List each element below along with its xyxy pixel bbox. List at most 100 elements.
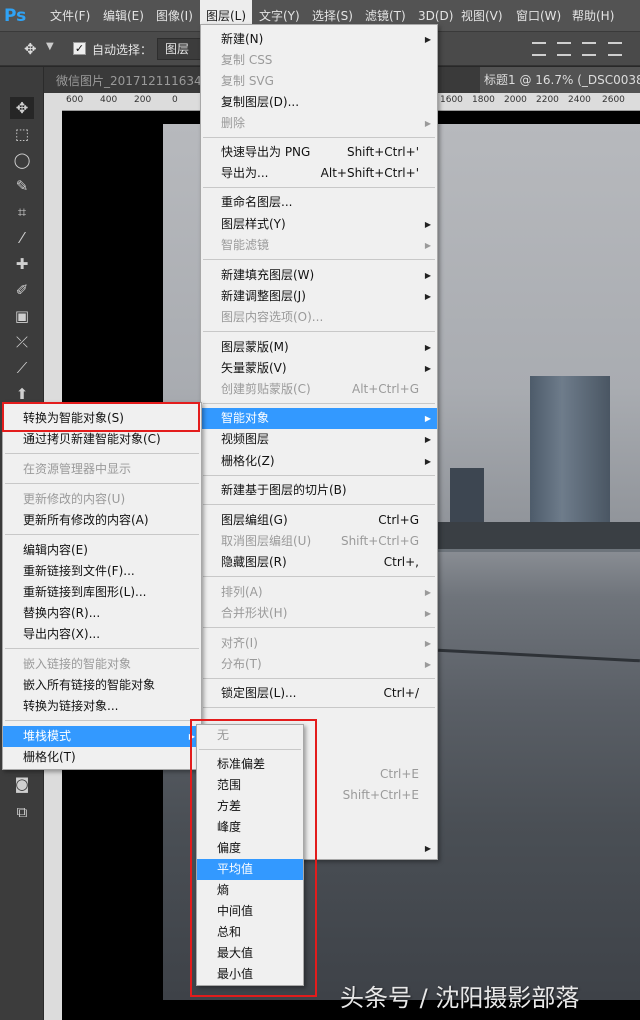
menu-item-export-contents[interactable]: 导出内容(X)... (3, 624, 201, 645)
menu-item-new-adjustment-layer[interactable]: 新建调整图层(J) ▶ (201, 286, 437, 307)
menu-item-quick-export-png[interactable]: 快速导出为 PNG Shift+Ctrl+' (201, 142, 437, 163)
eyedropper-tool-icon[interactable]: ⁄ (10, 227, 34, 249)
menu-item-rename-layer[interactable]: 重命名图层... (201, 192, 437, 213)
menu-item-lock-layers[interactable]: 锁定图层(L)... Ctrl+/ (201, 683, 437, 704)
quick-mask-icon[interactable]: ◙ (10, 773, 34, 795)
menu-item-copy-css[interactable]: 复制 CSS (201, 50, 437, 71)
menu-image[interactable]: 图像(I) (150, 0, 199, 32)
menu-separator (5, 453, 199, 454)
ruler-tick: 0 (172, 95, 178, 105)
lasso-tool-icon[interactable]: ◯ (10, 149, 34, 171)
menu-item-stack-mode[interactable]: 堆栈模式 ▶ (3, 726, 201, 747)
menu-item-convert-to-linked[interactable]: 转换为链接对象... (3, 696, 201, 717)
crop-tool-icon[interactable]: ⌗ (10, 201, 34, 223)
menu-separator (203, 137, 435, 138)
branch-in-water (438, 648, 640, 663)
marquee-tool-icon[interactable]: ⬚ (10, 123, 34, 145)
menu-separator (5, 720, 199, 721)
skyscraper (530, 376, 610, 546)
menu-item-video-layers[interactable]: 视频图层 ▶ (201, 429, 437, 450)
brush-tool-icon[interactable]: ✐ (10, 279, 34, 301)
menu-item-embed-all-linked[interactable]: 嵌入所有链接的智能对象 (3, 675, 201, 696)
menu-item-duplicate-layer[interactable]: 复制图层(D)... (201, 92, 437, 113)
menu-separator (203, 331, 435, 332)
auto-select-label: 自动选择： (92, 43, 153, 57)
align-top-icon[interactable] (532, 42, 546, 56)
ruler-tick: 600 (66, 95, 84, 105)
menu-item-new-fill-layer[interactable]: 新建填充图层(W) ▶ (201, 265, 437, 286)
menu-item-align[interactable]: 对齐(I) ▶ (201, 633, 437, 654)
auto-select-target-dropdown[interactable]: 图层 (157, 38, 201, 60)
menu-separator (5, 534, 199, 535)
menu-item-smart-objects[interactable]: 智能对象 ▶ (201, 408, 437, 429)
menu-item-hide-layers[interactable]: 隐藏图层(R) Ctrl+, (201, 552, 437, 573)
ruler-tick: 1600 (440, 95, 463, 105)
menu-window[interactable]: 窗口(W) (510, 0, 567, 32)
screen-mode-icon[interactable]: ⧉ (10, 801, 34, 823)
menu-view[interactable]: 视图(V) (455, 0, 509, 32)
menu-item-edit-contents[interactable]: 编辑内容(E) (3, 540, 201, 561)
ruler-tick: 2400 (568, 95, 591, 105)
menu-item-combine-shapes[interactable]: 合并形状(H) ▶ (201, 603, 437, 624)
ruler-tick: 2200 (536, 95, 559, 105)
highlight-box-stack-mode (190, 719, 317, 997)
menu-separator (203, 576, 435, 577)
menu-item-rasterize-smart[interactable]: 栅格化(T) (3, 747, 201, 768)
menu-item-copy-svg[interactable]: 复制 SVG (201, 71, 437, 92)
menu-item-embed-linked[interactable]: 嵌入链接的智能对象 (3, 654, 201, 675)
stamp-tool-icon[interactable]: ▣ (10, 305, 34, 327)
ruler-tick: 2000 (504, 95, 527, 105)
menu-item-layer-content-options[interactable]: 图层内容选项(O)... (201, 307, 437, 328)
menu-edit[interactable]: 编辑(E) (97, 0, 150, 32)
menu-help[interactable]: 帮助(H) (566, 0, 620, 32)
menu-item-smart-filter[interactable]: 智能滤镜 ▶ (201, 235, 437, 256)
menu-file[interactable]: 文件(F) (44, 0, 96, 32)
menu-item-update-modified-content[interactable]: 更新修改的内容(U) (3, 489, 201, 510)
menu-item-create-clipping-mask[interactable]: 创建剪贴蒙版(C) Alt+Ctrl+G (201, 379, 437, 400)
menu-item-replace-contents[interactable]: 替换内容(R)... (3, 603, 201, 624)
menu-item-layer-style[interactable]: 图层样式(Y) ▶ (201, 214, 437, 235)
menu-item-relink-to-file[interactable]: 重新链接到文件(F)... (3, 561, 201, 582)
align-bottom-icon[interactable] (582, 42, 596, 56)
smart-objects-submenu: 转换为智能对象(S) 通过拷贝新建智能对象(C) 在资源管理器中显示 更新修改的… (2, 402, 202, 770)
align-left-icon[interactable] (608, 42, 622, 56)
menu-item-arrange[interactable]: 排列(A) ▶ (201, 582, 437, 603)
chevron-down-icon[interactable]: ▼ (46, 41, 54, 52)
menu-separator (5, 483, 199, 484)
menu-separator (203, 403, 435, 404)
menu-item-layer-mask[interactable]: 图层蒙版(M) ▶ (201, 337, 437, 358)
menu-item-vector-mask[interactable]: 矢量蒙版(V) ▶ (201, 358, 437, 379)
menu-item-rasterize[interactable]: 栅格化(Z) ▶ (201, 451, 437, 472)
menu-item-export-as[interactable]: 导出为... Alt+Shift+Ctrl+' (201, 163, 437, 184)
document-tab-active[interactable]: 标题1 @ 16.7% (_DSC0038.ARW, RGB/ (480, 67, 640, 93)
quick-select-tool-icon[interactable]: ✎ (10, 175, 34, 197)
ruler-tick: 400 (100, 95, 118, 105)
menu-item-distribute[interactable]: 分布(T) ▶ (201, 654, 437, 675)
menu-item-ungroup-layers[interactable]: 取消图层编组(U) Shift+Ctrl+G (201, 531, 437, 552)
healing-brush-icon[interactable]: ✚ (10, 253, 34, 275)
move-tool-icon[interactable]: ✥ (10, 97, 34, 119)
auto-select-checkbox[interactable]: ✓ (73, 42, 86, 55)
shoreline (436, 522, 640, 552)
history-brush-icon[interactable]: ⤫ (10, 331, 34, 353)
ruler-tick: 2600 (602, 95, 625, 105)
document-tab-inactive[interactable]: 微信图片_2017121116344 (56, 72, 209, 89)
menu-item-new-layer-based-slice[interactable]: 新建基于图层的切片(B) (201, 480, 437, 501)
menu-separator (203, 504, 435, 505)
menu-item-relink-to-library-graphic[interactable]: 重新链接到库图形(L)... (3, 582, 201, 603)
eraser-tool-icon[interactable]: ⟋ (10, 357, 34, 379)
watermark-text: 头条号 / 沈阳摄影部落 (340, 984, 580, 1012)
ruler-tick: 200 (134, 95, 152, 105)
menu-separator (203, 627, 435, 628)
menu-item-update-all-modified-content[interactable]: 更新所有修改的内容(A) (3, 510, 201, 531)
menu-item-group-layers[interactable]: 图层编组(G) Ctrl+G (201, 510, 437, 531)
menu-item-new-smart-object-via-copy[interactable]: 通过拷贝新建智能对象(C) (3, 429, 201, 450)
menu-item-new[interactable]: 新建(N) ▶ (201, 29, 437, 50)
menu-separator (5, 648, 199, 649)
move-tool-icon[interactable]: ✥ (24, 40, 37, 58)
menu-item-delete[interactable]: 删除 ▶ (201, 113, 437, 134)
menu-separator (203, 707, 435, 708)
menu-item-reveal-in-explorer[interactable]: 在资源管理器中显示 (3, 459, 201, 480)
align-middle-icon[interactable] (557, 42, 571, 56)
menu-separator (203, 678, 435, 679)
